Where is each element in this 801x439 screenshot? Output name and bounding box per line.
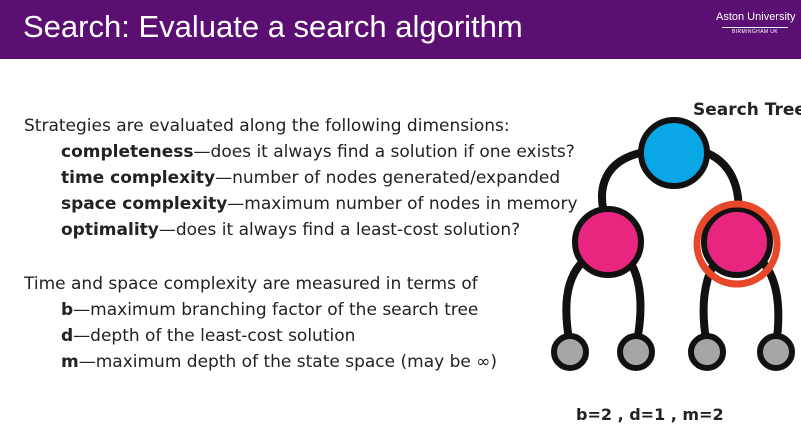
tree-node-left [572, 206, 644, 278]
tree-leaf-4 [757, 333, 795, 371]
tree-node-root [638, 117, 710, 189]
tree-leaf-3 [688, 333, 726, 371]
search-tree-diagram [551, 117, 795, 371]
tree-leaf-2 [617, 333, 655, 371]
tree-parameters: b=2 , d=1 , m=2 [576, 405, 724, 424]
tree-leaf-1 [551, 333, 589, 371]
tree-node-right [701, 206, 773, 278]
